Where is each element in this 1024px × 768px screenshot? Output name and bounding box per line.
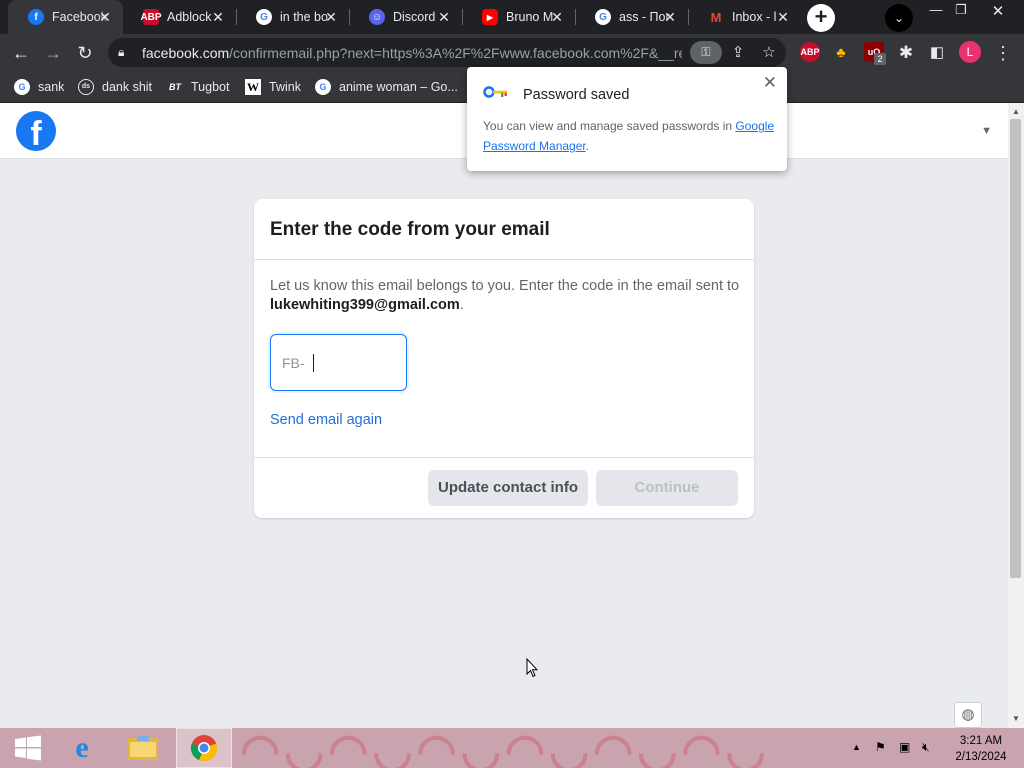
taskbar-file-explorer[interactable]: [115, 728, 171, 768]
bookmark-twink[interactable]: W Twink: [245, 76, 301, 98]
bookmark-anime-woman[interactable]: G anime woman – Go...: [315, 76, 458, 98]
mouse-cursor-icon: [526, 658, 538, 678]
card-description: Let us know this email belongs to you. E…: [270, 278, 740, 313]
restore-icon[interactable]: ❐: [946, 2, 976, 18]
tab-discord[interactable]: ☺ Discord ✕: [349, 0, 462, 34]
tab-search-button[interactable]: ⌄: [885, 4, 913, 32]
gmail-icon: M: [710, 9, 722, 25]
forward-icon[interactable]: →: [40, 40, 66, 66]
globe-icon[interactable]: ◍: [954, 702, 982, 728]
chrome-menu-icon[interactable]: ⋮: [990, 40, 1016, 66]
discord-icon: ☺: [369, 9, 385, 25]
clock-time: 3:21 AM: [959, 735, 1003, 747]
tab-youtube[interactable]: ▶ Bruno M ✕: [462, 0, 575, 34]
windows-taskbar: ◠◡◠◡◠◡◠◡◠◡◠◡ e ▲ ⚑ ▣ 🔇︎ 3:21 AM 2/13/202…: [0, 728, 1024, 768]
dropdown-caret-icon[interactable]: ▼: [981, 125, 992, 137]
tab-facebook[interactable]: f Facebook ✕: [8, 0, 123, 34]
address-bar[interactable]: 🔒︎ facebook.com/confirmemail.php?next=ht…: [108, 38, 786, 67]
facebook-logo-icon[interactable]: f: [16, 111, 56, 151]
new-tab-button[interactable]: +: [807, 4, 835, 32]
url-text[interactable]: facebook.com/confirmemail.php?next=https…: [142, 45, 682, 61]
code-input[interactable]: FB-: [270, 334, 407, 391]
close-tab-icon[interactable]: ✕: [436, 9, 452, 26]
taskbar-clock[interactable]: 3:21 AM 2/13/2024: [946, 733, 1016, 765]
update-contact-info-button[interactable]: Update contact info: [428, 470, 588, 506]
popup-title: Password saved: [523, 87, 630, 103]
tab-strip: f Facebook ✕ ABP Adblock ✕ G in the bo ✕…: [0, 0, 1024, 34]
back-icon[interactable]: ←: [8, 40, 34, 66]
start-button[interactable]: [0, 728, 56, 768]
bookmark-sank[interactable]: G sank: [14, 76, 64, 98]
password-key-icon[interactable]: ⚿: [690, 41, 722, 64]
taskbar-internet-explorer[interactable]: e: [54, 728, 110, 768]
ublock-badge: 2: [874, 53, 886, 65]
bookmark-star-icon[interactable]: ☆: [757, 41, 781, 65]
volume-muted-icon[interactable]: 🔇︎: [922, 740, 930, 755]
extensions-puzzle-icon[interactable]: ✱: [893, 40, 919, 66]
tab-google-search[interactable]: G in the bo ✕: [236, 0, 349, 34]
popup-body: You can view and manage saved passwords …: [483, 119, 775, 153]
side-panel-icon[interactable]: ◧: [924, 40, 950, 66]
google-icon: G: [14, 79, 30, 95]
continue-button[interactable]: Continue: [596, 470, 738, 506]
window-close-icon[interactable]: ✕: [983, 2, 1013, 20]
password-saved-popup: Password saved ✕ You can view and manage…: [467, 67, 787, 171]
close-icon[interactable]: ✕: [763, 73, 777, 93]
facebook-icon: f: [28, 9, 44, 25]
bookmark-tugbot[interactable]: BT Tugbot: [167, 76, 229, 98]
page-viewport: f ▼ Enter the code from your email Let u…: [0, 103, 1008, 728]
confirm-email-card: Enter the code from your email Let us kn…: [254, 199, 754, 518]
tab-adblock[interactable]: ABP Adblock ✕: [123, 0, 236, 34]
chrome-icon: [190, 735, 218, 762]
card-title: Enter the code from your email: [270, 219, 550, 240]
divider: [254, 259, 754, 260]
email-address: lukewhiting399@gmail.com: [270, 297, 460, 313]
close-tab-icon[interactable]: ✕: [549, 9, 565, 26]
profile-avatar[interactable]: L: [959, 41, 981, 63]
scrollbar-thumb[interactable]: [1010, 119, 1021, 578]
scroll-down-icon[interactable]: ▼: [1008, 712, 1024, 726]
close-tab-icon[interactable]: ✕: [775, 9, 791, 26]
key-icon: [483, 85, 509, 103]
close-tab-icon[interactable]: ✕: [97, 9, 113, 26]
page-scrollbar[interactable]: ▲ ▼: [1008, 103, 1024, 728]
wikipedia-icon: W: [245, 79, 261, 95]
close-tab-icon[interactable]: ✕: [210, 9, 226, 26]
show-hidden-icons[interactable]: ▲: [852, 742, 861, 752]
divider: [254, 457, 754, 458]
reload-icon[interactable]: ↻: [72, 40, 98, 66]
close-tab-icon[interactable]: ✕: [662, 9, 678, 26]
scroll-up-icon[interactable]: ▲: [1008, 105, 1024, 119]
folder-icon: [128, 736, 158, 760]
windows-logo-icon: [15, 735, 41, 761]
internet-explorer-icon: e: [75, 731, 89, 764]
tab-google-ass[interactable]: G ass - Пог ✕: [575, 0, 688, 34]
bookmark-dank-shit[interactable]: ds dank shit: [78, 76, 152, 98]
folder-badge-icon: ds: [78, 79, 94, 95]
google-icon: G: [595, 9, 611, 25]
google-icon: G: [256, 9, 272, 25]
extension-person-icon[interactable]: ♣: [831, 42, 851, 62]
network-icon[interactable]: ▣: [899, 740, 910, 754]
google-icon: G: [315, 79, 331, 95]
bt-icon: BT: [169, 82, 181, 92]
code-prefix: FB-: [282, 354, 305, 371]
wallpaper-graphic: ◠◡◠◡◠◡◠◡◠◡◠◡: [240, 728, 770, 768]
lock-icon[interactable]: 🔒︎: [118, 45, 134, 60]
send-email-again-link[interactable]: Send email again: [270, 412, 382, 428]
action-center-flag-icon[interactable]: ⚑: [875, 740, 886, 754]
tab-gmail[interactable]: M Inbox - l ✕: [688, 0, 801, 34]
adblock-plus-extension-icon[interactable]: ABP: [800, 42, 820, 62]
browser-toolbar: ← → ↻ 🔒︎ facebook.com/confirmemail.php?n…: [0, 34, 1024, 71]
adblock-plus-icon: ABP: [140, 9, 162, 25]
text-caret: [312, 353, 314, 372]
taskbar-chrome[interactable]: [176, 728, 232, 768]
close-tab-icon[interactable]: ✕: [323, 9, 339, 26]
share-icon[interactable]: ⇪: [726, 41, 750, 65]
youtube-icon: ▶: [482, 9, 498, 25]
clock-date: 2/13/2024: [955, 751, 1007, 763]
